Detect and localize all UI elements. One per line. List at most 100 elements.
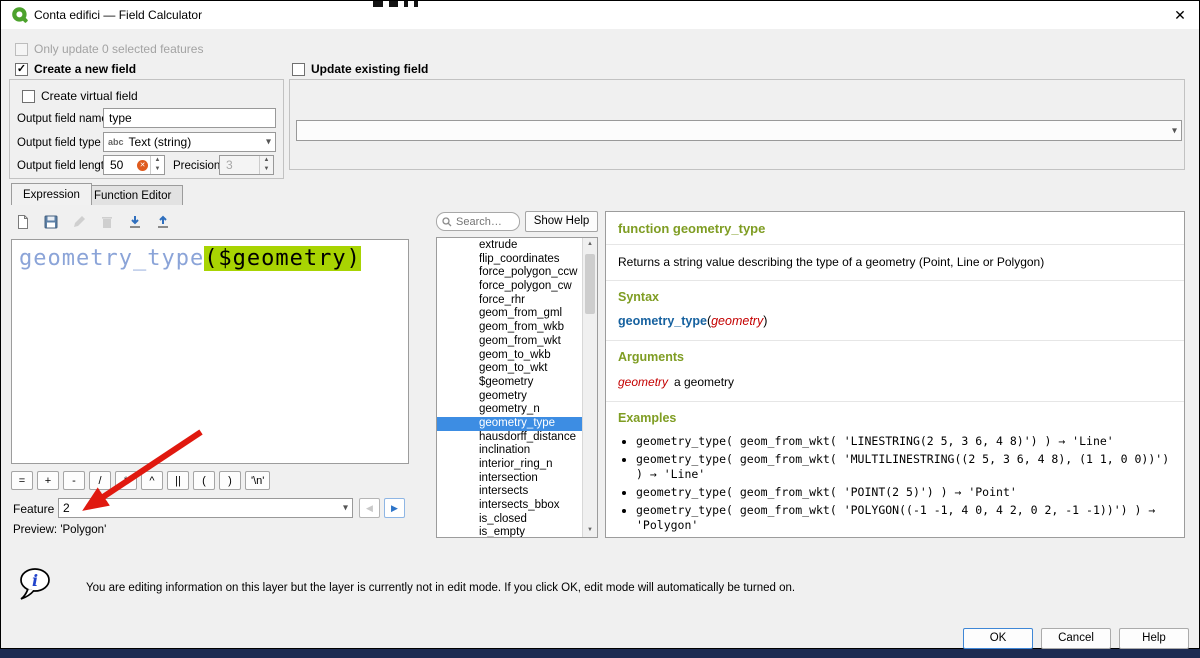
function-list-item[interactable]: geom_from_gml xyxy=(437,307,582,321)
function-list-item[interactable]: flip_coordinates xyxy=(437,253,582,267)
spin-down-icon[interactable]: ▼ xyxy=(151,165,164,174)
output-field-type-select[interactable]: abc Text (string) ▾ xyxy=(103,132,276,152)
tab-function-editor[interactable]: Function Editor xyxy=(82,185,183,205)
export-expression-button[interactable] xyxy=(151,210,174,233)
close-button[interactable]: ✕ xyxy=(1171,6,1189,24)
output-field-type-label: Output field type xyxy=(17,137,101,149)
help-description: Returns a string value describing the ty… xyxy=(606,245,1184,280)
examples-heading: Examples xyxy=(606,402,1184,432)
new-expression-button[interactable] xyxy=(11,210,34,233)
scroll-up-icon[interactable]: ▲ xyxy=(583,238,597,251)
create-virtual-field-checkbox[interactable]: Create virtual field xyxy=(22,89,138,103)
output-field-length-value: 50 xyxy=(104,158,137,172)
function-list-item[interactable]: inclination xyxy=(437,444,582,458)
function-list-item[interactable]: geom_to_wkt xyxy=(437,362,582,376)
checkbox-box: ✓ xyxy=(15,63,28,76)
edit-mode-notice: You are editing information on this laye… xyxy=(86,582,795,594)
function-list-item[interactable]: force_rhr xyxy=(437,294,582,308)
function-list-item[interactable]: geom_from_wkt xyxy=(437,335,582,349)
example-item: geometry_type( geom_from_wkt( 'POINT(2 5… xyxy=(636,485,1172,500)
operator-button[interactable]: ( xyxy=(193,471,215,490)
only-update-checkbox[interactable]: Only update 0 selected features xyxy=(15,42,203,56)
import-expression-button[interactable] xyxy=(123,210,146,233)
prev-feature-button: ◀ xyxy=(359,498,380,518)
chevron-down-icon: ▾ xyxy=(343,503,348,514)
function-list-item[interactable]: force_polygon_cw xyxy=(437,280,582,294)
import-icon xyxy=(127,214,143,230)
expression-editor[interactable]: geometry_type($geometry) xyxy=(11,239,409,464)
feature-label: Feature xyxy=(13,502,54,516)
scroll-down-icon[interactable]: ▼ xyxy=(583,524,597,537)
function-list-scrollbar[interactable]: ▲ ▼ xyxy=(582,238,597,537)
tab-expression[interactable]: Expression xyxy=(11,183,92,205)
function-list-item[interactable]: intersects_bbox xyxy=(437,499,582,513)
show-help-button[interactable]: Show Help xyxy=(525,211,598,232)
delete-expression-button xyxy=(95,210,118,233)
checkbox-label: Only update 0 selected features xyxy=(34,42,203,56)
checkbox-label: Create virtual field xyxy=(41,89,138,103)
function-search[interactable] xyxy=(436,212,520,231)
existing-field-select[interactable]: ▾ xyxy=(296,120,1182,141)
function-list-item[interactable]: force_polygon_ccw xyxy=(437,266,582,280)
taskbar-strip xyxy=(0,649,1200,658)
preview-label: Preview: xyxy=(13,524,57,536)
operator-button[interactable]: - xyxy=(63,471,85,490)
save-expression-button[interactable] xyxy=(39,210,62,233)
operator-button[interactable]: ) xyxy=(219,471,241,490)
syntax-argument: geometry xyxy=(711,314,763,328)
operator-button[interactable]: + xyxy=(37,471,59,490)
ok-button[interactable]: OK xyxy=(963,628,1033,649)
function-list-item[interactable]: geom_to_wkb xyxy=(437,349,582,363)
function-list-item[interactable]: $geometry xyxy=(437,376,582,390)
function-list-item[interactable]: intersection xyxy=(437,472,582,486)
feature-select[interactable]: 2 ▾ xyxy=(58,498,353,518)
function-list-item[interactable]: extrude xyxy=(437,239,582,253)
help-button[interactable]: Help xyxy=(1119,628,1189,649)
operator-buttons: =+-/*^||()'\n' xyxy=(11,471,270,490)
feature-value: 2 xyxy=(63,501,70,515)
output-field-type-value: Text (string) xyxy=(129,135,192,149)
arguments-heading: Arguments xyxy=(606,341,1184,371)
help-panel: function geometry_type Returns a string … xyxy=(605,211,1185,538)
titlebar: Conta edifici — Field Calculator ✕ xyxy=(1,1,1199,29)
function-list-item[interactable]: geometry_n xyxy=(437,403,582,417)
precision-spinner: 3 ▲ ▼ xyxy=(219,155,274,175)
operator-button[interactable]: / xyxy=(89,471,111,490)
clear-icon[interactable]: ✕ xyxy=(137,160,148,171)
update-existing-field-checkbox[interactable]: Update existing field xyxy=(292,62,428,76)
spinner-arrows[interactable]: ▲ ▼ xyxy=(150,156,164,174)
function-list-item[interactable]: interior_ring_n xyxy=(437,458,582,472)
checkbox-box xyxy=(22,90,35,103)
function-list-item[interactable]: geometry xyxy=(437,390,582,404)
function-list-item[interactable]: hausdorff_distance xyxy=(437,431,582,445)
output-field-name-label: Output field name xyxy=(17,113,108,125)
syntax-signature: geometry_type(geometry) xyxy=(606,311,1184,340)
operator-button[interactable]: || xyxy=(167,471,189,490)
examples-list: geometry_type( geom_from_wkt( 'LINESTRIN… xyxy=(636,434,1172,533)
function-list-item[interactable]: geometry_type xyxy=(437,417,582,431)
operator-button[interactable]: * xyxy=(115,471,137,490)
operator-button[interactable]: ^ xyxy=(141,471,163,490)
field-calculator-dialog: Conta edifici — Field Calculator ✕ Only … xyxy=(0,0,1200,649)
field-type-abc-icon: abc xyxy=(108,137,124,147)
spin-up-icon: ▲ xyxy=(260,156,273,165)
search-input[interactable] xyxy=(456,216,514,228)
output-field-name-input[interactable] xyxy=(103,108,276,128)
syntax-close-paren: ) xyxy=(763,314,767,328)
function-list-item[interactable]: geom_from_wkb xyxy=(437,321,582,335)
function-list-item[interactable]: is_closed xyxy=(437,513,582,527)
operator-button[interactable]: '\n' xyxy=(245,471,270,490)
function-list-item[interactable]: is_empty xyxy=(437,526,582,538)
operator-button[interactable]: = xyxy=(11,471,33,490)
spin-up-icon[interactable]: ▲ xyxy=(151,156,164,165)
cancel-button[interactable]: Cancel xyxy=(1041,628,1111,649)
precision-value: 3 xyxy=(220,158,259,172)
output-field-length-spinner[interactable]: 50 ✕ ▲ ▼ xyxy=(103,155,165,175)
next-feature-button[interactable]: ▶ xyxy=(384,498,405,518)
checkbox-label: Create a new field xyxy=(34,62,136,76)
scrollbar-thumb[interactable] xyxy=(585,254,595,314)
create-new-field-checkbox[interactable]: ✓ Create a new field xyxy=(15,62,136,76)
edit-expression-button xyxy=(67,210,90,233)
chevron-down-icon: ▾ xyxy=(266,137,271,148)
function-list-item[interactable]: intersects xyxy=(437,485,582,499)
